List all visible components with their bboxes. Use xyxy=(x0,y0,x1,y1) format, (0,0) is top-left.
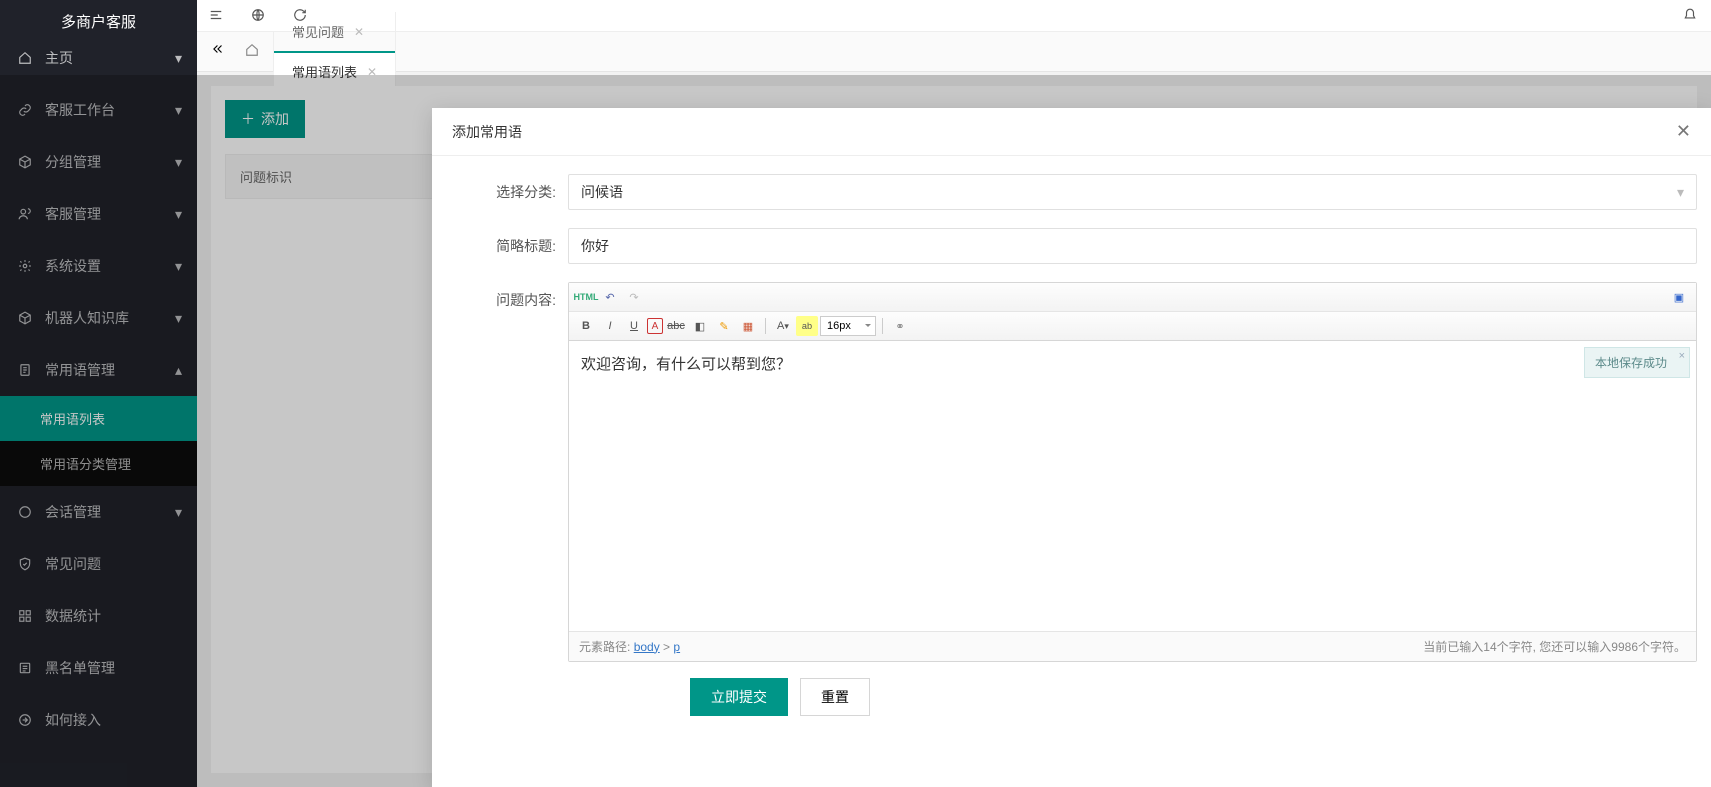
tab-label: 常见问题 xyxy=(292,22,344,41)
label-content: 问题内容: xyxy=(446,282,556,310)
bell-icon[interactable] xyxy=(1683,8,1699,24)
chevron-down-icon: ▾ xyxy=(1677,184,1684,201)
label-title: 简略标题: xyxy=(446,228,556,256)
category-select[interactable]: 问候语 ▾ xyxy=(568,174,1697,210)
title-input[interactable]: 你好 xyxy=(568,228,1697,264)
autosave-toast: 本地保存成功 × xyxy=(1584,347,1690,378)
dialog-add-phrase: 添加常用语 ✕ 选择分类: 问候语 ▾ 简略标题: 你好 xyxy=(432,108,1711,787)
element-path-label: 元素路径: xyxy=(579,638,630,655)
italic-icon[interactable]: I xyxy=(599,316,621,336)
link-icon[interactable]: ⚭ xyxy=(889,316,911,336)
char-counter: 当前已输入14个字符, 您还可以输入9986个字符。 xyxy=(1423,638,1686,655)
chevron-down-icon: ▾ xyxy=(175,50,182,67)
tab-home[interactable] xyxy=(231,32,274,72)
path-p-link[interactable]: p xyxy=(673,640,680,654)
tab-0[interactable]: 常见问题 ✕ xyxy=(274,12,396,52)
tab-close-icon[interactable]: ✕ xyxy=(354,25,364,39)
font-size-select[interactable]: 16px xyxy=(820,316,876,336)
close-icon[interactable]: ✕ xyxy=(1676,121,1691,142)
reset-button[interactable]: 重置 xyxy=(800,678,870,716)
rich-text-editor: HTML ↶ ↷ ▣ B I U A abc ◧ ✎ xyxy=(568,282,1697,662)
forecolor-icon[interactable]: A▾ xyxy=(772,316,794,336)
submit-button[interactable]: 立即提交 xyxy=(690,678,788,716)
backcolor-icon[interactable]: ab xyxy=(796,316,818,336)
topbar xyxy=(197,0,1711,32)
label-category: 选择分类: xyxy=(446,174,556,202)
globe-icon[interactable] xyxy=(251,8,267,24)
underline-icon[interactable]: U xyxy=(623,316,645,336)
bold-icon[interactable]: B xyxy=(575,316,597,336)
toast-close-icon[interactable]: × xyxy=(1679,350,1685,362)
strike-icon[interactable]: abc xyxy=(665,316,687,336)
home-icon xyxy=(15,51,35,65)
dialog-title: 添加常用语 xyxy=(452,122,522,142)
image-icon[interactable]: ▦ xyxy=(737,316,759,336)
home-icon xyxy=(245,43,259,60)
tabs-bar: 常见问题✕常用语列表✕ xyxy=(197,32,1711,72)
fullscreen-icon[interactable]: ▣ xyxy=(1668,287,1690,307)
menu-toggle-icon[interactable] xyxy=(209,8,225,24)
font-color-icon[interactable]: A xyxy=(647,318,663,334)
html-source-button[interactable]: HTML xyxy=(575,287,597,307)
eraser-icon[interactable]: ◧ xyxy=(689,316,711,336)
sidebar-item-label: 主页 xyxy=(45,48,73,68)
editor-canvas[interactable]: 欢迎咨询，有什么可以帮到您？ 本地保存成功 × xyxy=(569,341,1696,631)
redo-icon[interactable]: ↷ xyxy=(623,287,645,307)
format-brush-icon[interactable]: ✎ xyxy=(713,316,735,336)
tabs-prev-icon[interactable] xyxy=(211,42,225,61)
path-body-link[interactable]: body xyxy=(634,640,660,654)
brand-title: 多商户客服 xyxy=(0,0,197,32)
undo-icon[interactable]: ↶ xyxy=(599,287,621,307)
